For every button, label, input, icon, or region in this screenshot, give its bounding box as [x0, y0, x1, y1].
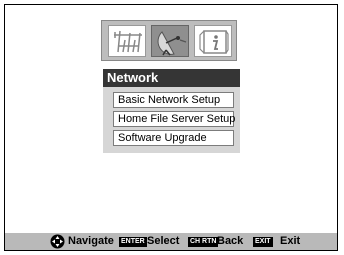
- enter-key-badge: ENTER: [119, 237, 147, 247]
- exit-key-badge: EXIT: [253, 237, 273, 247]
- network-menu: Basic Network Setup Home File Server Set…: [103, 87, 240, 153]
- footer-hint-bar: Navigate ENTER Select CH RTN Back EXIT E…: [5, 233, 337, 250]
- tab-info[interactable]: [194, 25, 232, 57]
- tab-antenna[interactable]: [108, 25, 146, 57]
- navigate-pad-icon: [50, 234, 65, 249]
- tv-menu-screen: Network Basic Network Setup Home File Se…: [4, 4, 338, 251]
- menu-item-basic-network-setup[interactable]: Basic Network Setup: [113, 92, 234, 108]
- tab-satellite[interactable]: [151, 25, 189, 57]
- exit-label: Exit: [280, 235, 301, 247]
- menu-item-home-file-server-setup[interactable]: Home File Server Setup: [113, 111, 235, 127]
- antenna-icon: [114, 30, 142, 53]
- menu-tab-bar: [101, 20, 237, 61]
- menu-item-software-upgrade[interactable]: Software Upgrade: [113, 130, 234, 146]
- back-label: Back: [217, 235, 244, 247]
- ch-rtn-key-badge: CH RTN: [188, 237, 219, 247]
- select-label: Select: [147, 235, 180, 247]
- navigate-label: Navigate: [68, 235, 114, 247]
- page-title: Network: [103, 69, 240, 87]
- info-icon: [199, 30, 229, 54]
- satellite-dish-icon: [157, 31, 187, 56]
